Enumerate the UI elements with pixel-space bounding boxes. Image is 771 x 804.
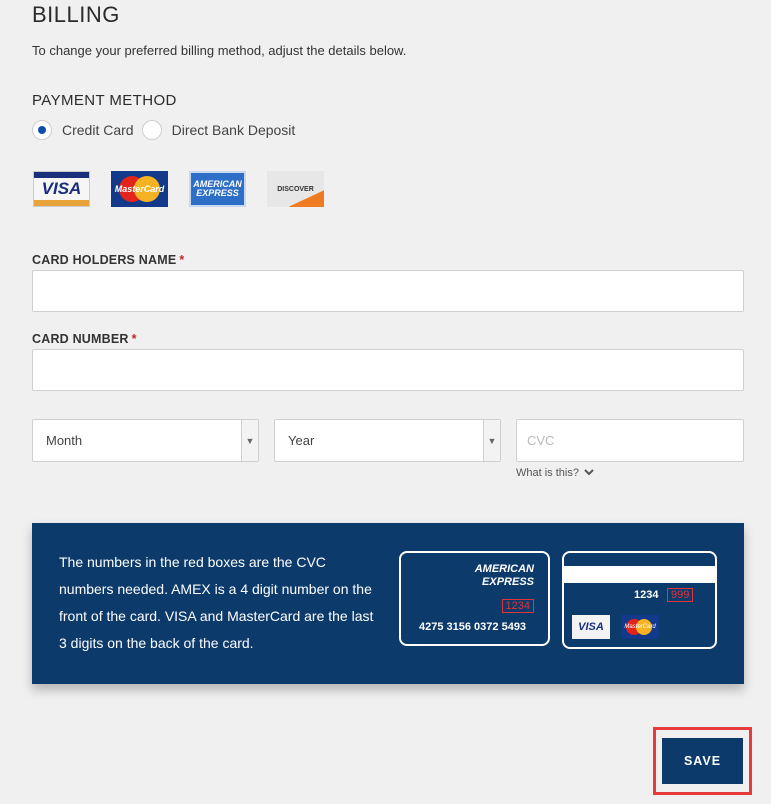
visa-logo: VISA — [33, 171, 90, 207]
chevron-down-icon: ▼ — [483, 420, 500, 461]
card-number-label-text: CARD NUMBER — [32, 332, 129, 346]
visa-logo-text: VISA — [41, 179, 82, 198]
month-select-value: Month — [46, 433, 83, 448]
cvc-input[interactable] — [517, 420, 743, 461]
card-holders-name-input[interactable] — [32, 270, 744, 312]
card-holders-name-label: CARD HOLDERS NAME * — [32, 253, 184, 267]
credit-card-label[interactable]: Credit Card — [62, 122, 134, 138]
what-is-this-text: What is this? — [516, 467, 579, 479]
visa-mini-text: VISA — [578, 621, 604, 633]
card-number-input[interactable] — [32, 349, 744, 391]
signature-strip — [564, 566, 715, 583]
visa-mini-logo: VISA — [572, 615, 610, 639]
chevron-down-icon: ▼ — [241, 420, 258, 461]
mastercard-mini-text: MasterCard — [624, 624, 656, 630]
save-highlight: SAVE — [653, 727, 752, 795]
mastercard-logo: MasterCard — [111, 171, 168, 207]
amex-logo: AMERICAN EXPRESS — [189, 171, 246, 207]
cvc-info-panel: The numbers in the red boxes are the CVC… — [32, 523, 744, 684]
payment-method-options: Credit Card Direct Bank Deposit — [32, 120, 295, 140]
discover-logo: DISCOVER — [267, 171, 324, 207]
what-is-this-link[interactable]: What is this? — [516, 467, 594, 479]
card-back-number: 1234 — [634, 589, 659, 601]
amex-card-illustration: AMERICAN EXPRESS 1234 4275 3156 0372 549… — [399, 551, 550, 646]
month-select[interactable]: Month ▼ — [32, 419, 259, 462]
amex-logo-text: AMERICAN EXPRESS — [193, 179, 242, 198]
accepted-cards: VISA MasterCard AMERICAN EXPRESS DISCOVE… — [33, 171, 345, 207]
required-mark: * — [131, 332, 137, 346]
mastercard-logo-text: MasterCard — [114, 184, 165, 194]
amex-cvc-box: 1234 — [501, 599, 534, 613]
card-number-label: CARD NUMBER * — [32, 332, 137, 346]
card-back-illustration: 1234 999 VISA MasterCard — [562, 551, 717, 649]
amex-card-logo: AMERICAN EXPRESS — [475, 563, 534, 589]
amex-card-number: 4275 3156 0372 5493 — [419, 621, 527, 633]
card-back-cvc-box: 999 — [667, 588, 694, 602]
page-title: BILLING — [32, 2, 120, 27]
discover-logo-text: DISCOVER — [277, 185, 314, 193]
year-select[interactable]: Year ▼ — [274, 419, 501, 462]
amex-card-logo-line2: EXPRESS — [482, 576, 534, 588]
card-holders-name-label-text: CARD HOLDERS NAME — [32, 253, 177, 267]
direct-bank-deposit-radio[interactable] — [141, 120, 162, 140]
direct-bank-deposit-label[interactable]: Direct Bank Deposit — [172, 122, 296, 138]
cvc-info-text: The numbers in the red boxes are the CVC… — [59, 554, 374, 651]
credit-card-radio[interactable] — [32, 120, 52, 140]
chevron-down-icon — [584, 469, 594, 476]
mastercard-mini-logo: MasterCard — [621, 615, 659, 639]
payment-method-heading: PAYMENT METHOD — [32, 92, 177, 109]
page-subtitle: To change your preferred billing method,… — [32, 43, 407, 58]
amex-card-logo-line1: AMERICAN — [474, 563, 534, 575]
radio-selected-dot — [38, 126, 46, 134]
required-mark: * — [179, 253, 185, 267]
save-button[interactable]: SAVE — [662, 738, 743, 784]
year-select-value: Year — [288, 433, 315, 448]
cvc-field[interactable] — [516, 419, 744, 462]
